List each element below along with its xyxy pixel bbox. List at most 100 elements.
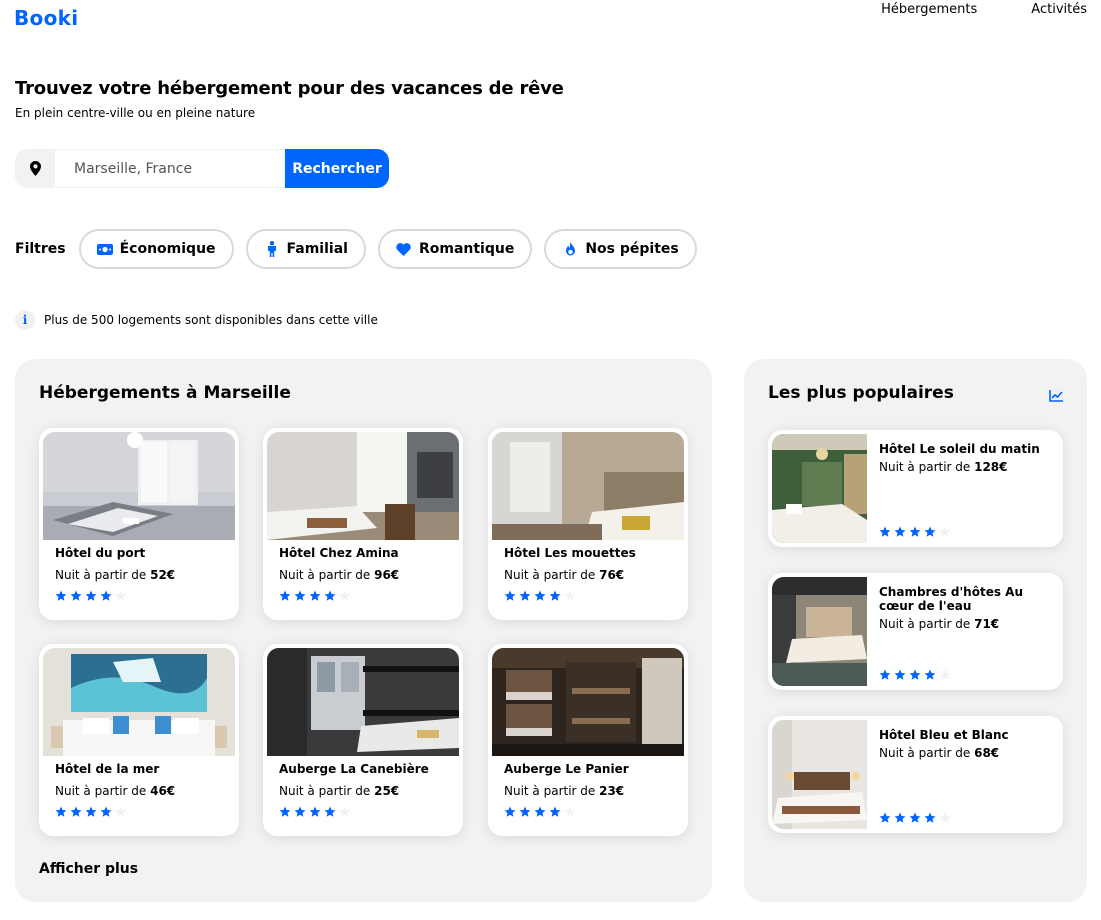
star-filled-icon (894, 669, 906, 680)
hotel-price: Nuit à partir de 96€ (279, 568, 400, 582)
star-empty-icon (115, 590, 127, 601)
popular-card[interactable]: Hôtel Bleu et Blanc Nuit à partir de 68€ (768, 716, 1063, 833)
hotel-photo (267, 648, 459, 756)
hotel-price: Nuit à partir de 76€ (504, 568, 625, 582)
star-filled-icon (909, 812, 921, 823)
star-filled-icon (309, 590, 321, 601)
map-pin-icon (15, 149, 55, 188)
popular-card[interactable]: Hôtel Le soleil du matin Nuit à partir d… (768, 430, 1063, 547)
hebergements-title: Hébergements à Marseille (39, 383, 291, 403)
hebergement-card[interactable]: Hôtel Chez Amina Nuit à partir de 96€ (263, 428, 463, 620)
hebergement-card[interactable]: Hôtel de la mer Nuit à partir de 46€ (39, 644, 239, 836)
money-bill-icon (96, 241, 113, 257)
filter-label: Économique (119, 241, 216, 257)
show-more-link[interactable]: Afficher plus (39, 861, 138, 877)
hotel-price: Nuit à partir de 23€ (504, 784, 625, 798)
filter-pepites-button[interactable]: Nos pépites (544, 229, 697, 269)
star-rating (55, 806, 127, 818)
nav-activites-link[interactable]: Activités (1031, 2, 1087, 17)
hebergement-card[interactable]: Hôtel Les mouettes Nuit à partir de 76€ (488, 428, 688, 620)
star-rating (504, 590, 576, 602)
hotel-photo (267, 432, 459, 540)
hotel-price: Nuit à partir de 68€ (879, 746, 1000, 760)
hebergements-section: Hébergements à Marseille Hôtel du port N… (15, 359, 712, 902)
hotel-photo (772, 720, 867, 829)
star-filled-icon (70, 806, 82, 817)
populaires-title: Les plus populaires (768, 383, 954, 403)
star-rating (279, 806, 351, 818)
popular-card[interactable]: Chambres d'hôtes Au cœur de l'eau Nuit à… (768, 573, 1063, 690)
star-filled-icon (55, 806, 67, 817)
star-filled-icon (70, 590, 82, 601)
star-filled-icon (549, 590, 561, 601)
main-nav: Hébergements Activités (881, 2, 1087, 17)
heart-icon (396, 241, 412, 257)
star-filled-icon (519, 806, 531, 817)
star-rating (879, 669, 951, 681)
star-empty-icon (564, 590, 576, 601)
hotel-name: Auberge La Canebière (279, 762, 429, 776)
star-empty-icon (939, 526, 951, 537)
hotel-photo (492, 432, 684, 540)
star-rating (879, 526, 951, 538)
star-filled-icon (534, 590, 546, 601)
star-filled-icon (279, 590, 291, 601)
hotel-name: Hôtel Chez Amina (279, 546, 399, 560)
star-filled-icon (324, 806, 336, 817)
star-filled-icon (924, 812, 936, 823)
star-filled-icon (924, 669, 936, 680)
info-text: Plus de 500 logements sont disponibles d… (44, 313, 378, 327)
star-empty-icon (339, 806, 351, 817)
star-filled-icon (309, 806, 321, 817)
info-icon: i (15, 310, 35, 330)
star-filled-icon (519, 590, 531, 601)
star-filled-icon (100, 590, 112, 601)
hotel-photo (43, 432, 235, 540)
filter-label: Familial (286, 241, 348, 257)
filter-label: Romantique (418, 241, 515, 257)
child-icon (264, 241, 280, 257)
star-rating (504, 806, 576, 818)
star-empty-icon (339, 590, 351, 601)
star-filled-icon (879, 812, 891, 823)
hotel-name: Chambres d'hôtes Au cœur de l'eau (879, 585, 1023, 613)
star-filled-icon (549, 806, 561, 817)
hotel-photo (772, 577, 867, 686)
nav-hebergements-link[interactable]: Hébergements (881, 2, 977, 17)
star-filled-icon (294, 806, 306, 817)
hotel-price: Nuit à partir de 52€ (55, 568, 176, 582)
star-filled-icon (879, 669, 891, 680)
populaires-section: Les plus populaires Hôtel Le soleil du m… (744, 359, 1087, 902)
star-filled-icon (504, 590, 516, 601)
star-filled-icon (324, 590, 336, 601)
star-filled-icon (924, 526, 936, 537)
star-filled-icon (909, 669, 921, 680)
star-filled-icon (894, 526, 906, 537)
hotel-name: Hôtel du port (55, 546, 146, 560)
hotel-name: Hôtel Les mouettes (504, 546, 636, 560)
star-filled-icon (894, 812, 906, 823)
hebergement-card[interactable]: Auberge Le Panier Nuit à partir de 23€ (488, 644, 688, 836)
star-rating (279, 590, 351, 602)
search-bar: Rechercher (15, 149, 389, 188)
filter-romantique-button[interactable]: Romantique (377, 229, 533, 269)
star-empty-icon (115, 806, 127, 817)
hebergement-card[interactable]: Hôtel du port Nuit à partir de 52€ (39, 428, 239, 620)
star-filled-icon (55, 590, 67, 601)
hotel-name: Hôtel Bleu et Blanc (879, 728, 1009, 742)
hebergement-card[interactable]: Auberge La Canebière Nuit à partir de 25… (263, 644, 463, 836)
hotel-price: Nuit à partir de 128€ (879, 460, 1008, 474)
page-title: Trouvez votre hébergement pour des vacan… (15, 78, 564, 99)
filter-economique-button[interactable]: Économique (78, 229, 234, 269)
fire-icon (562, 241, 578, 257)
search-button[interactable]: Rechercher (285, 149, 389, 188)
star-filled-icon (909, 526, 921, 537)
hotel-photo (492, 648, 684, 756)
search-input[interactable] (55, 149, 285, 188)
hotel-price: Nuit à partir de 46€ (55, 784, 176, 798)
filter-familial-button[interactable]: Familial (245, 229, 366, 269)
star-filled-icon (504, 806, 516, 817)
filters-bar: Filtres Économique Familial Romantique N… (15, 229, 709, 269)
booki-logo[interactable]: Booki (14, 6, 78, 30)
star-filled-icon (279, 806, 291, 817)
